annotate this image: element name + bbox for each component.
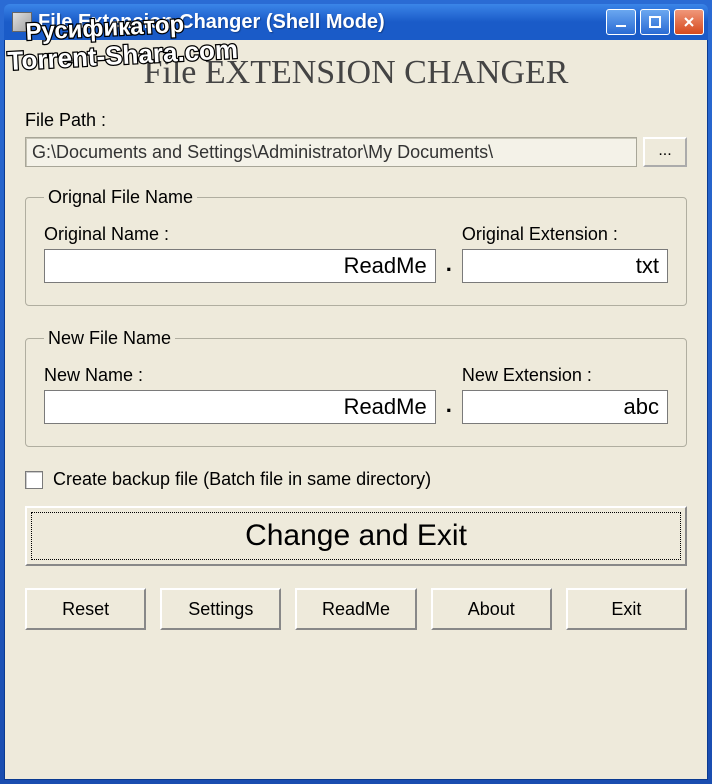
bottom-button-row: Reset Settings ReadMe About Exit [25,588,687,630]
change-and-exit-button[interactable]: Change and Exit [25,506,687,566]
browse-button[interactable]: ... [643,137,687,167]
file-path-input[interactable]: G:\Documents and Settings\Administrator\… [25,137,637,167]
app-icon [12,12,32,32]
page-title: File EXTENSION CHANGER [25,54,687,92]
application-window: Русификатор Torrent-Shara.com File Exten… [0,0,712,784]
original-group-legend: Orignal File Name [44,187,197,208]
titlebar[interactable]: File Extension Changer (Shell Mode) [4,4,708,40]
close-button[interactable] [674,9,704,35]
backup-label: Create backup file (Batch file in same d… [53,469,431,490]
new-ext-col: New Extension : abc [462,365,668,424]
settings-button[interactable]: Settings [160,588,281,630]
about-button[interactable]: About [431,588,552,630]
backup-row[interactable]: Create backup file (Batch file in same d… [25,469,687,490]
reset-button[interactable]: Reset [25,588,146,630]
backup-checkbox[interactable] [25,471,43,489]
main-button-label: Change and Exit [245,519,467,553]
original-ext-input[interactable]: txt [462,249,668,283]
new-group-legend: New File Name [44,328,175,349]
dot-separator: . [446,392,452,424]
new-name-label: New Name : [44,365,436,386]
maximize-button[interactable] [640,9,670,35]
new-ext-label: New Extension : [462,365,668,386]
file-path-label: File Path : [25,110,687,131]
new-file-group: New File Name New Name : ReadMe . New Ex… [25,328,687,447]
new-name-col: New Name : ReadMe [44,365,436,424]
minimize-button[interactable] [606,9,636,35]
new-ext-input[interactable]: abc [462,390,668,424]
file-path-row: G:\Documents and Settings\Administrator\… [25,137,687,167]
window-controls [606,9,704,35]
new-pair-row: New Name : ReadMe . New Extension : abc [44,365,668,424]
exit-button[interactable]: Exit [566,588,687,630]
window-title: File Extension Changer (Shell Mode) [38,11,606,34]
close-icon [683,16,695,28]
client-area: File EXTENSION CHANGER File Path : G:\Do… [4,40,708,780]
original-name-input[interactable]: ReadMe [44,249,436,283]
focus-ring: Change and Exit [31,512,681,560]
original-pair-row: Original Name : ReadMe . Original Extens… [44,224,668,283]
minimize-icon [615,16,627,28]
original-file-group: Orignal File Name Original Name : ReadMe… [25,187,687,306]
original-name-col: Original Name : ReadMe [44,224,436,283]
readme-button[interactable]: ReadMe [295,588,416,630]
original-ext-col: Original Extension : txt [462,224,668,283]
original-ext-label: Original Extension : [462,224,668,245]
original-name-label: Original Name : [44,224,436,245]
maximize-icon [649,16,661,28]
new-name-input[interactable]: ReadMe [44,390,436,424]
dot-separator: . [446,251,452,283]
